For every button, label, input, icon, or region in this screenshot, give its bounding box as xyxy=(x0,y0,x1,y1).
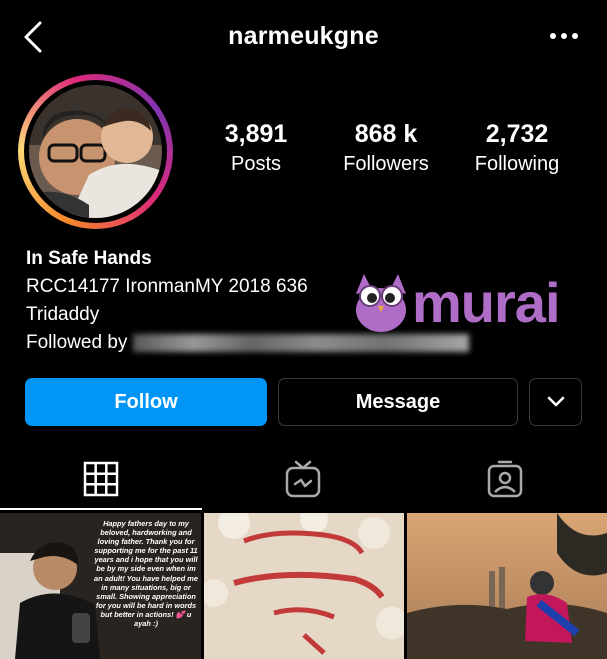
post-image xyxy=(407,513,607,659)
posts-stat[interactable]: 3,891 Posts xyxy=(206,120,306,176)
followed-by-blurred-names xyxy=(133,333,470,352)
active-tab-indicator xyxy=(0,508,202,510)
grid-icon xyxy=(83,461,119,497)
top-bar: narmeukgne xyxy=(0,0,607,78)
posts-count: 3,891 xyxy=(224,120,288,148)
following-count: 2,732 xyxy=(485,120,549,148)
igtv-icon xyxy=(285,460,321,498)
tab-tagged[interactable] xyxy=(404,448,606,510)
posts-label: Posts xyxy=(230,153,282,175)
profile-stats: 3,891 Posts 868 k Followers 2,732 Follow… xyxy=(190,120,590,190)
chevron-down-icon xyxy=(547,396,564,407)
followed-by-prefix: Followed by xyxy=(26,332,128,353)
post-thumbnail[interactable] xyxy=(204,513,404,659)
post-caption-overlay: Happy fathers day to my beloved, hardwor… xyxy=(94,519,198,629)
following-stat[interactable]: 2,732 Following xyxy=(462,120,572,176)
tab-posts-grid[interactable] xyxy=(0,448,202,510)
tagged-person-icon xyxy=(487,460,523,498)
follow-button[interactable]: Follow xyxy=(25,378,267,426)
watermark-text: murai xyxy=(412,271,560,334)
followers-count: 868 k xyxy=(354,120,418,148)
profile-username: narmeukgne xyxy=(228,22,379,50)
ellipsis-icon[interactable] xyxy=(549,28,579,44)
tab-igtv[interactable] xyxy=(202,448,404,510)
display-name: In Safe Hands xyxy=(26,248,152,269)
message-button[interactable]: Message xyxy=(278,378,518,426)
profile-tabs xyxy=(0,448,607,510)
murai-watermark: murai xyxy=(352,271,584,334)
post-thumbnail[interactable]: Happy fathers day to my beloved, hardwor… xyxy=(0,513,201,659)
following-label: Following xyxy=(474,153,560,175)
story-ring[interactable] xyxy=(18,74,173,229)
post-thumbnail[interactable] xyxy=(407,513,607,659)
avatar xyxy=(29,85,162,218)
suggested-dropdown-button[interactable] xyxy=(529,378,582,426)
post-image xyxy=(204,513,404,659)
posts-grid: Happy fathers day to my beloved, hardwor… xyxy=(0,513,607,659)
followers-label: Followers xyxy=(343,153,429,175)
followers-stat[interactable]: 868 k Followers xyxy=(330,120,442,176)
owl-logo-icon xyxy=(356,274,406,332)
